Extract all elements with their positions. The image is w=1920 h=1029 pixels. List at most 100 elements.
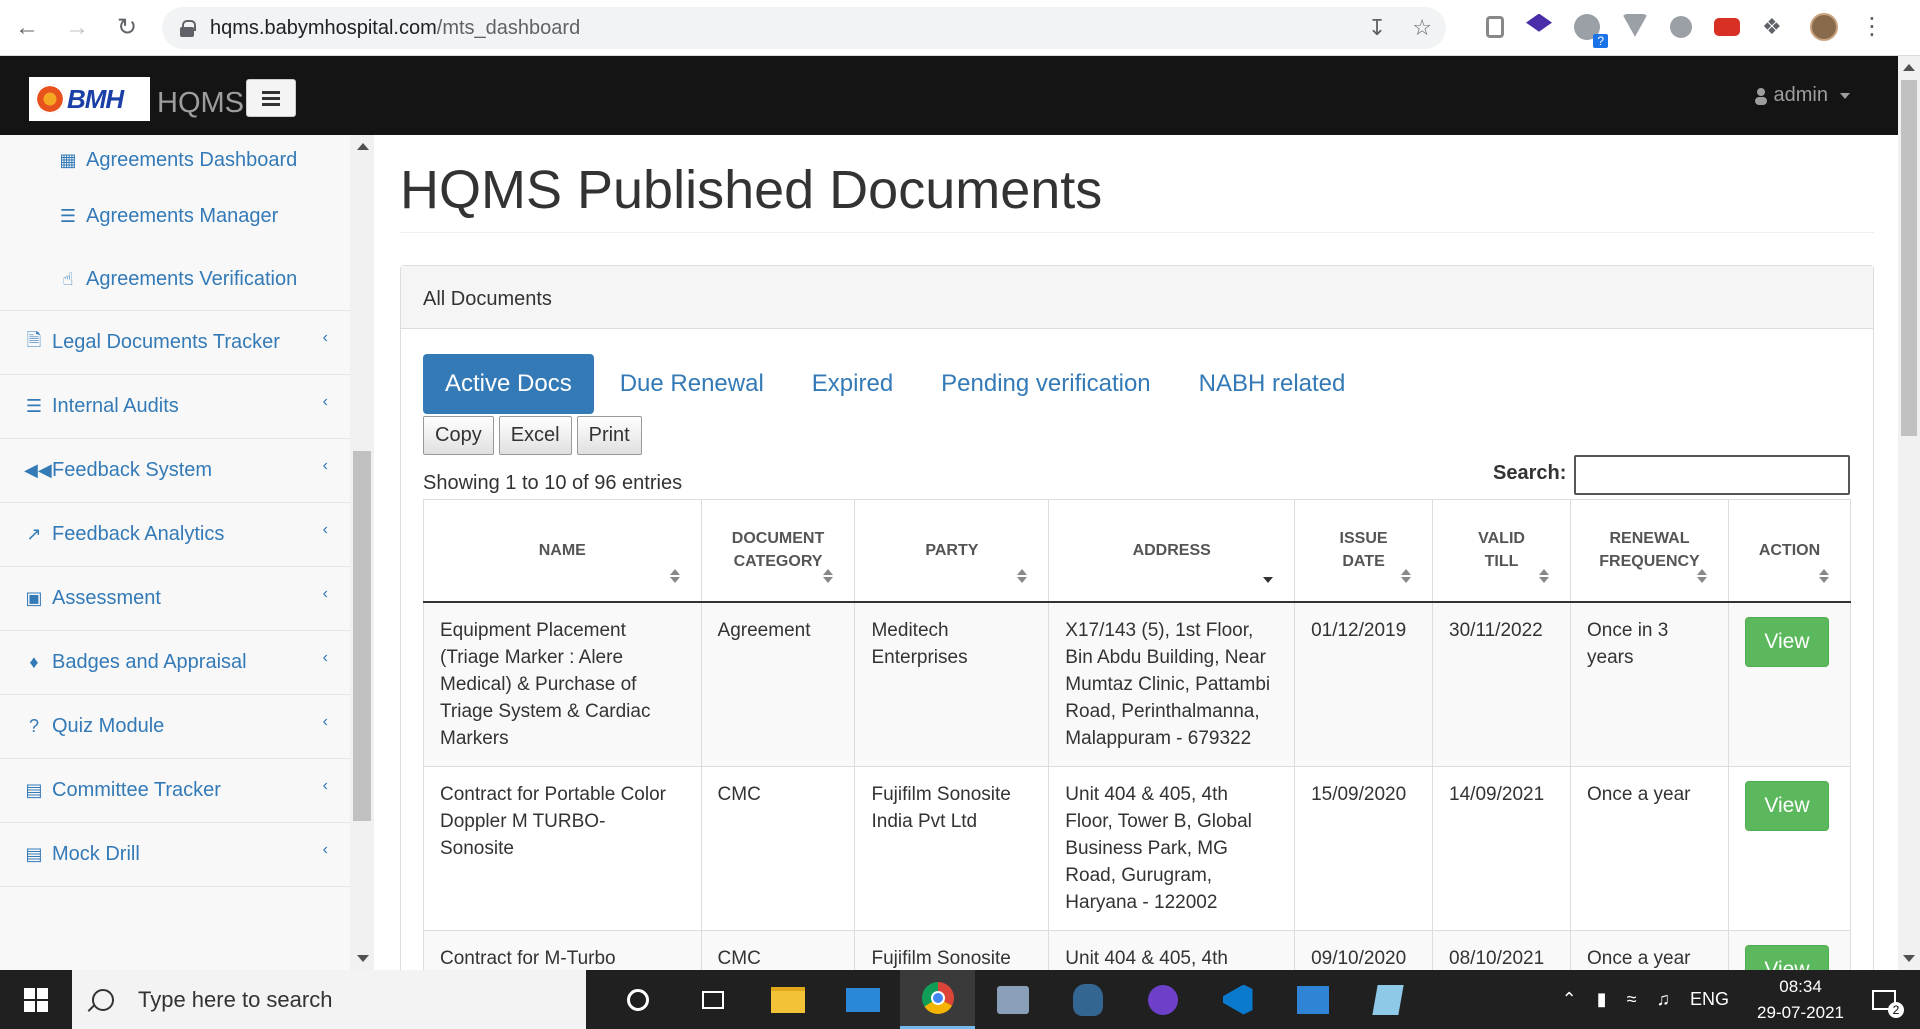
chrome-menu-icon[interactable]: ⋮ xyxy=(1860,12,1884,41)
excel-button[interactable]: Excel xyxy=(498,416,572,455)
sidebar-toggle-button[interactable] xyxy=(246,79,296,117)
list-icon: ☰ xyxy=(25,396,43,416)
bookmark-star-icon[interactable]: ☆ xyxy=(1412,15,1432,41)
col-header-name[interactable]: NAME xyxy=(423,499,702,603)
sidebar-item-internal-audits[interactable]: ☰ Internal Audits ‹ xyxy=(0,375,350,439)
profile-avatar[interactable] xyxy=(1810,12,1838,41)
line-chart-icon: ↗ xyxy=(26,524,42,544)
file-explorer-icon[interactable] xyxy=(750,970,825,1029)
col-header-party[interactable]: PARTY xyxy=(854,499,1050,603)
office-extension-icon[interactable] xyxy=(1486,15,1504,38)
task-view-icon[interactable] xyxy=(675,970,750,1029)
copy-button[interactable]: Copy xyxy=(423,416,494,455)
taskbar-search-box[interactable]: Type here to search xyxy=(72,970,586,1029)
cell-name: Contract for M-Turbo xyxy=(423,929,702,970)
view-button[interactable]: View xyxy=(1744,780,1829,831)
page-scrollbar[interactable] xyxy=(1898,56,1920,970)
cell-action: View xyxy=(1727,601,1852,767)
battery-icon[interactable]: ▮ xyxy=(1597,989,1607,1010)
cortana-icon[interactable] xyxy=(600,970,675,1029)
cell-issue-date: 01/12/2019 xyxy=(1294,601,1434,767)
col-header-action[interactable]: ACTION xyxy=(1727,499,1852,603)
notification-count: 2 xyxy=(1888,1001,1904,1018)
wifi-icon[interactable]: ≈ xyxy=(1627,989,1637,1010)
tab-due-renewal[interactable]: Due Renewal xyxy=(598,354,786,414)
vuejs-extension-icon[interactable] xyxy=(1622,13,1648,37)
url-host: hqms.babymhospital.com xyxy=(210,16,437,39)
sidebar-item-agreements-verification[interactable]: ☝ Agreements Verification xyxy=(0,248,350,311)
windows-start-icon[interactable] xyxy=(0,970,72,1029)
extensions-puzzle-icon[interactable]: ❖ xyxy=(1762,14,1788,40)
sidebar-scrollbar[interactable] xyxy=(350,135,374,970)
meet-extension-icon[interactable] xyxy=(1714,17,1740,36)
server-app-icon[interactable] xyxy=(975,970,1050,1029)
chat-extension-icon[interactable]: ? xyxy=(1574,13,1608,48)
sidebar-scroll-thumb[interactable] xyxy=(353,451,371,821)
sidebar-item-agreements-manager[interactable]: ☰ Agreements Manager xyxy=(0,185,350,248)
scroll-up-arrow-icon[interactable] xyxy=(1903,64,1915,71)
user-menu[interactable]: admin xyxy=(1754,84,1850,107)
sidebar-item-feedback-system[interactable]: ◀◀ Feedback System ‹ xyxy=(0,439,350,503)
col-header-renewal-frequency[interactable]: RENEWAL FREQUENCY xyxy=(1570,499,1729,603)
scroll-down-arrow-icon[interactable] xyxy=(357,955,369,962)
tab-pending-verification[interactable]: Pending verification xyxy=(919,354,1172,414)
taskbar-search-placeholder: Type here to search xyxy=(138,986,333,1012)
sidebar-item-badges-and-appraisal[interactable]: ♦ Badges and Appraisal ‹ xyxy=(0,631,350,695)
sidebar-item-assessment[interactable]: ▣ Assessment ‹ xyxy=(0,567,350,631)
col-header-issue-date[interactable]: ISSUE DATE xyxy=(1294,499,1434,603)
sidebar-item-label: Quiz Module xyxy=(52,715,165,737)
chevron-left-icon: ‹ xyxy=(322,713,328,730)
language-indicator[interactable]: ENG xyxy=(1690,989,1729,1010)
tab-expired[interactable]: Expired xyxy=(790,354,915,414)
volume-icon[interactable]: ♫ xyxy=(1657,989,1671,1010)
tab-nabh-related[interactable]: NABH related xyxy=(1177,354,1368,414)
photos-icon[interactable] xyxy=(1275,970,1350,1029)
clock[interactable]: 08:34 29-07-2021 xyxy=(1757,974,1844,1026)
view-button[interactable]: View xyxy=(1744,616,1829,667)
url-text[interactable]: hqms.babymhospital.com/mts_dashboard xyxy=(210,17,580,40)
sidebar-item-agreements-dashboard[interactable]: ▦ Agreements Dashboard xyxy=(0,135,350,185)
search-input[interactable] xyxy=(1574,455,1850,495)
app-navbar: BMH HQMS admin xyxy=(0,56,1898,135)
cell-renewal-frequency: Once a year xyxy=(1570,765,1729,931)
chrome-icon[interactable] xyxy=(900,970,975,1029)
view-button[interactable]: View xyxy=(1744,944,1829,970)
reload-icon[interactable]: ↻ xyxy=(104,5,150,51)
chevron-left-icon: ‹ xyxy=(322,521,328,538)
back-icon[interactable]: ← xyxy=(4,5,50,51)
sidebar-item-committee-tracker[interactable]: ▤ Committee Tracker ‹ xyxy=(0,759,350,823)
notepad-icon[interactable] xyxy=(1350,970,1425,1029)
header-label: PARTY xyxy=(925,541,979,559)
bmh-logo[interactable]: BMH xyxy=(29,77,150,121)
col-header-valid-till[interactable]: VALID TILL xyxy=(1432,499,1572,603)
mail-icon[interactable] xyxy=(825,970,900,1029)
address-bar[interactable]: hqms.babymhospital.com/mts_dashboard ↧ ☆ xyxy=(162,7,1446,49)
sidebar-item-feedback-analytics[interactable]: ↗ Feedback Analytics ‹ xyxy=(0,503,350,567)
cell-name: Contract for Portable Color Doppler M TU… xyxy=(423,765,702,931)
header-label: DOCUMENT xyxy=(731,530,825,548)
scroll-down-arrow-icon[interactable] xyxy=(1903,955,1915,962)
postgresql-icon[interactable] xyxy=(1050,970,1125,1029)
table-row: Contract for M-Turbo CMC Fujifilm Sonosi… xyxy=(423,929,1852,970)
header-label: TILL xyxy=(1484,553,1519,571)
cell-category: CMC xyxy=(700,765,856,931)
forward-icon[interactable]: → xyxy=(54,5,100,51)
extension-circle-icon[interactable] xyxy=(1670,15,1692,38)
col-header-document-category[interactable]: DOCUMENT CATEGORY xyxy=(700,499,856,603)
vscode-icon[interactable] xyxy=(1200,970,1275,1029)
graduation-extension-icon[interactable]: 15 xyxy=(1526,13,1552,32)
page-scroll-thumb[interactable] xyxy=(1901,80,1917,436)
sidebar-item-legal-documents-tracker[interactable]: 🗎 Legal Documents Tracker ‹ xyxy=(0,311,350,375)
install-icon[interactable]: ↧ xyxy=(1368,15,1386,41)
sidebar-item-mock-drill[interactable]: ▤ Mock Drill ‹ xyxy=(0,823,350,887)
scroll-up-arrow-icon[interactable] xyxy=(357,143,369,150)
tab-active-docs[interactable]: Active Docs xyxy=(423,354,594,414)
chevron-up-icon[interactable]: ⌃ xyxy=(1562,989,1577,1010)
col-header-address[interactable]: ADDRESS xyxy=(1048,499,1296,603)
sidebar-item-label: Mock Drill xyxy=(52,843,140,865)
github-desktop-icon[interactable] xyxy=(1125,970,1200,1029)
sidebar-item-quiz-module[interactable]: ? Quiz Module ‹ xyxy=(0,695,350,759)
print-button[interactable]: Print xyxy=(576,416,642,455)
chevron-left-icon: ‹ xyxy=(322,649,328,666)
notification-center-icon[interactable]: 2 xyxy=(1862,978,1906,1022)
